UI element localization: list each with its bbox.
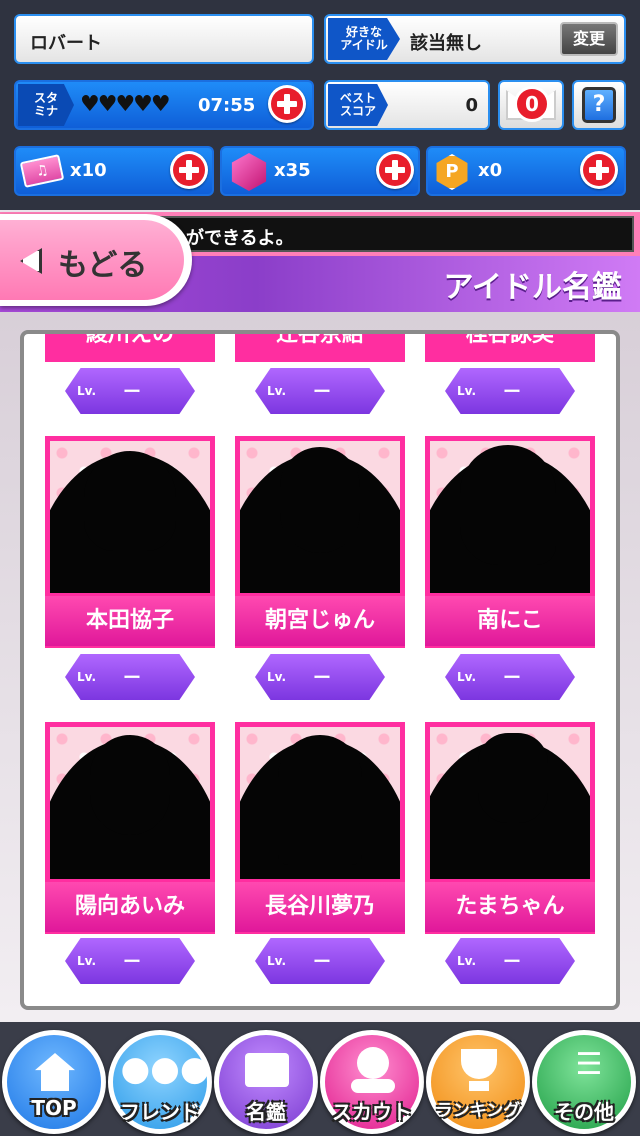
back-label: もどる (58, 248, 148, 283)
book-icon (245, 1053, 289, 1087)
stamina-timer: 07:55 (198, 95, 256, 116)
point-icon: P (436, 154, 468, 190)
scout-icon (351, 1079, 395, 1093)
idol-card[interactable]: 辻谷京結 (235, 330, 405, 362)
mail-count-badge: 0 (514, 86, 550, 122)
idol-name: たまちゃん (425, 882, 595, 932)
point-count: x0 (478, 160, 503, 181)
idol-card[interactable]: 陽向あいみ (45, 722, 215, 934)
best-score-value: 0 (465, 95, 478, 116)
nav-label: フレンド (120, 1100, 200, 1124)
plus-icon (392, 160, 398, 180)
level-badge: Lv. ー (65, 368, 195, 414)
help-button[interactable]: ? (572, 80, 626, 130)
level-badge: Lv. ー (445, 938, 575, 984)
player-name: ロバート (30, 33, 102, 54)
mail-button[interactable]: 0 (498, 80, 564, 130)
page-title: アイドル名鑑 (443, 270, 623, 305)
scout-icon (357, 1047, 389, 1079)
idol-card[interactable]: 朝宮じゅん (235, 436, 405, 648)
idol-name: 辻谷京結 (275, 330, 364, 347)
level-badge: Lv. ー (445, 368, 575, 414)
nav-label: その他 (554, 1100, 614, 1124)
trophy-icon (461, 1049, 497, 1079)
help-icon: ? (582, 87, 616, 123)
stamina-tag: スタ ミナ (18, 84, 74, 126)
nav-label: 名鑑 (246, 1100, 286, 1124)
ticker-text: ができるよ。 (186, 228, 294, 249)
friends-icon: ●●● (120, 1049, 210, 1089)
idol-portrait (240, 727, 400, 879)
player-name-box: ロバート (14, 14, 314, 64)
idol-portrait (50, 441, 210, 593)
idol-name: 南にこ (425, 596, 595, 646)
nav-label: TOP (31, 1096, 77, 1120)
idol-portrait (240, 441, 400, 593)
list-icon: ☰ (575, 1047, 603, 1082)
favorite-idol-box: 好きな アイドル 該当無し 変更 (324, 14, 626, 64)
nav-label: スカウト (332, 1100, 412, 1124)
idol-card[interactable]: 桂谷詠美 (425, 330, 595, 362)
best-score-box: ベスト スコア 0 (324, 80, 490, 130)
home-icon (35, 1053, 75, 1091)
idol-card[interactable]: 本田協子 (45, 436, 215, 648)
idol-card[interactable]: たまちゃん (425, 722, 595, 934)
level-badge: Lv. ー (65, 938, 195, 984)
idol-name: 長谷川夢乃 (235, 882, 405, 932)
idol-card[interactable]: 長谷川夢乃 (235, 722, 405, 934)
level-badge: Lv. ー (255, 938, 385, 984)
favorite-idol-tag: 好きな アイドル (328, 18, 400, 60)
idol-name: 桂谷詠美 (465, 330, 554, 347)
ticket-count: x10 (70, 160, 107, 181)
level-badge: Lv. ー (445, 654, 575, 700)
nav-label: ランキング (435, 1101, 521, 1121)
level-badge: Lv. ー (65, 654, 195, 700)
level-badge: Lv. ー (255, 368, 385, 414)
idol-portrait (430, 441, 590, 593)
idol-card[interactable]: 綾川えの (45, 330, 215, 362)
plus-icon (284, 94, 290, 114)
idol-portrait (50, 727, 210, 879)
level-badge: Lv. ー (255, 654, 385, 700)
stamina-hearts: ♥♥♥♥♥ (80, 92, 171, 117)
gem-icon (231, 153, 267, 191)
idol-card[interactable]: 南にこ (425, 436, 595, 648)
trophy-icon (469, 1081, 489, 1091)
favorite-idol-value: 該当無し (410, 33, 482, 54)
idol-name: 綾川えの (85, 330, 174, 347)
idol-name: 朝宮じゅん (235, 596, 405, 646)
idol-list-panel[interactable]: 綾川えの 辻谷京結 桂谷詠美 Lv. ー Lv. ー Lv. ー 本田協子 朝宮じゅん… (20, 330, 620, 1010)
best-score-tag: ベスト スコア (328, 84, 388, 126)
plus-icon (186, 160, 192, 180)
gem-count: x35 (274, 160, 311, 181)
change-button[interactable]: 変更 (560, 22, 618, 56)
idol-name: 本田協子 (45, 596, 215, 646)
plus-icon (596, 160, 602, 180)
ticket-icon: ♫ (19, 154, 65, 188)
idol-name: 陽向あいみ (45, 882, 215, 932)
idol-portrait (430, 727, 590, 879)
